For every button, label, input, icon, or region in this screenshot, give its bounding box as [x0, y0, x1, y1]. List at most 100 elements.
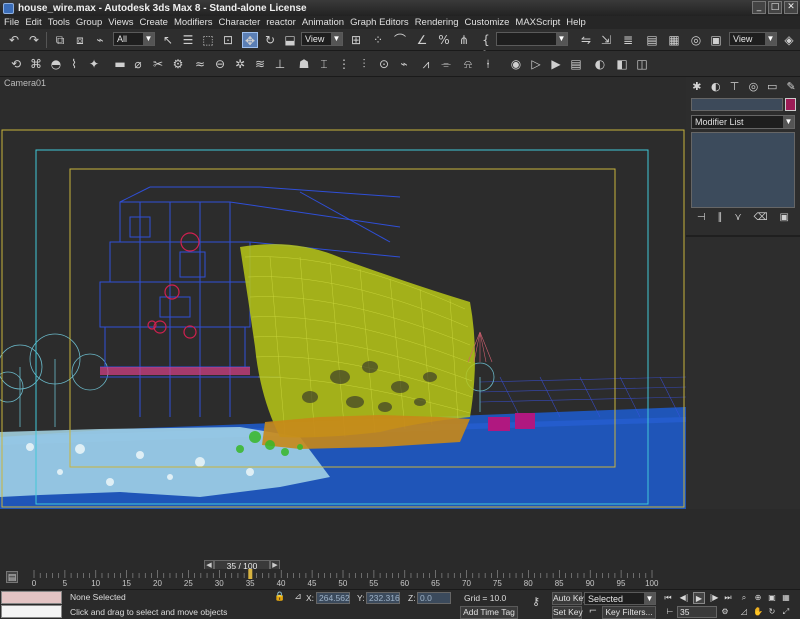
preview-animation-icon[interactable]: ▷	[528, 56, 544, 72]
selection-filter-dropdown[interactable]: All ▼	[113, 32, 155, 46]
undo-icon[interactable]: ↶	[6, 32, 22, 48]
select-by-name-icon[interactable]: ☰	[180, 32, 196, 48]
menu-file[interactable]: File	[2, 17, 23, 28]
curve-editor-icon[interactable]: ▤	[644, 32, 660, 48]
menu-modifiers[interactable]: Modifiers	[172, 17, 217, 28]
create-tab-icon[interactable]: ✱	[690, 80, 704, 94]
remove-modifier-icon[interactable]: ⌫	[754, 212, 768, 228]
x-coord-field[interactable]: 264.562	[316, 592, 350, 604]
menu-tools[interactable]: Tools	[46, 17, 74, 28]
maximize-viewport-icon[interactable]: ⤢	[780, 606, 792, 618]
rigid-body-collection-icon[interactable]: ⟲	[8, 56, 24, 72]
add-time-tag-button[interactable]: Add Time Tag	[460, 606, 518, 619]
go-to-start-icon[interactable]: ⏮	[662, 592, 674, 604]
previous-frame-icon[interactable]: ◀|	[678, 592, 690, 604]
pivot-center-icon[interactable]: ⊞	[348, 32, 364, 48]
object-color-swatch[interactable]	[785, 98, 796, 111]
spinner-snap-icon[interactable]: ⋔	[456, 32, 472, 48]
window-crossing-icon[interactable]: ⊡	[220, 32, 236, 48]
object-name-field[interactable]	[691, 98, 783, 111]
modifier-list-dropdown[interactable]: Modifier List ▼	[691, 115, 795, 129]
set-key-button[interactable]: Set Key	[552, 606, 583, 619]
configure-sets-icon[interactable]: ▣	[780, 212, 789, 228]
lock-selection-icon[interactable]: 🔒	[274, 591, 286, 603]
dashpot-icon[interactable]: ✂	[150, 56, 166, 72]
key-mode-toggle-icon[interactable]: ⊢	[664, 606, 676, 618]
point-to-path-icon[interactable]: ⌁	[396, 56, 412, 72]
zoom-extents-icon[interactable]: ▣	[766, 592, 778, 604]
display-tab-icon[interactable]: ▭	[765, 80, 779, 94]
softbody-modifier-icon[interactable]: ⍾	[460, 56, 476, 72]
make-unique-icon[interactable]: ⋎	[734, 212, 741, 228]
menu-help[interactable]: Help	[564, 17, 590, 28]
align-icon[interactable]: ⇲	[598, 32, 614, 48]
hinge-icon[interactable]: ⌶	[316, 56, 332, 72]
bind-space-warp-icon[interactable]: ⌁	[92, 32, 108, 48]
menu-create[interactable]: Create	[137, 17, 172, 28]
select-and-scale-icon[interactable]: ⬓	[282, 32, 298, 48]
percent-snap-icon[interactable]: %	[436, 32, 452, 48]
menu-reactor[interactable]: reactor	[264, 17, 300, 28]
schematic-view-icon[interactable]: ▦	[666, 32, 682, 48]
select-and-move-icon[interactable]: ✥	[242, 32, 258, 48]
layer-manager-icon[interactable]: ≣	[620, 32, 636, 48]
toy-car-icon[interactable]: ⊖	[212, 56, 228, 72]
analyze-world-icon[interactable]: ◉	[508, 56, 524, 72]
fracture-icon[interactable]: ✲	[232, 56, 248, 72]
quick-render-icon[interactable]: ◈	[781, 32, 797, 48]
redo-icon[interactable]: ↷	[26, 32, 42, 48]
next-frame-icon[interactable]: |▶	[708, 592, 720, 604]
zoom-extents-all-icon[interactable]: ▦	[780, 592, 792, 604]
pan-icon[interactable]: ✋	[752, 606, 764, 618]
plane-icon[interactable]: ▬	[112, 56, 128, 72]
wind-icon[interactable]: ≈	[192, 56, 208, 72]
camera-viewport[interactable]: Camera01	[0, 77, 686, 509]
go-to-end-icon[interactable]: ⏭	[722, 592, 734, 604]
car-wheel-icon[interactable]: ⊙	[376, 56, 392, 72]
current-frame-marker[interactable]	[248, 569, 253, 579]
play-animation-icon[interactable]: ▶	[693, 592, 705, 604]
named-selection-dropdown[interactable]: ▼	[496, 32, 568, 46]
water-icon[interactable]: ≋	[252, 56, 268, 72]
maxscript-input-box[interactable]	[1, 605, 62, 618]
menu-graph-editors[interactable]: Graph Editors	[348, 17, 413, 28]
modifier-stack[interactable]	[691, 132, 795, 208]
constraint-solver-icon[interactable]: ⊥	[272, 56, 288, 72]
collision-icon[interactable]: ◐	[592, 56, 608, 72]
ragdoll-icon[interactable]: ☗	[296, 56, 312, 72]
spring-icon[interactable]: ⌀	[130, 56, 146, 72]
cloth-modifier-icon[interactable]: ⌯	[438, 56, 454, 72]
pin-stack-icon[interactable]: ⊣	[697, 212, 706, 228]
app-logo-icon[interactable]	[3, 2, 14, 14]
rope-icon[interactable]: ⌇	[66, 56, 82, 72]
auto-key-button[interactable]: Auto Key	[552, 592, 588, 605]
y-coord-field[interactable]: 232.316	[366, 592, 400, 604]
cloth-collection-icon[interactable]: ⌘	[28, 56, 44, 72]
menu-animation[interactable]: Animation	[300, 17, 348, 28]
trackbar-ruler[interactable]: ▤ 0 5 10 15 20 25 30 35 40 45 50 55 60 65 70 75 80 85 90 95…	[0, 569, 800, 589]
viewport-label[interactable]: Camera01	[4, 78, 46, 88]
menu-group[interactable]: Group	[74, 17, 106, 28]
mirror-icon[interactable]: ⇋	[578, 32, 594, 48]
default-in-out-tangents-icon[interactable]: ⌐	[586, 605, 600, 619]
orbit-icon[interactable]: ↻	[766, 606, 778, 618]
motor-icon[interactable]: ⚙	[170, 56, 186, 72]
key-icon[interactable]: ⚷	[528, 595, 544, 609]
menu-customize[interactable]: Customize	[463, 17, 514, 28]
z-coord-field[interactable]: 0.0	[417, 592, 451, 604]
display-icon[interactable]: ◧	[614, 56, 630, 72]
maxscript-listener-box[interactable]	[1, 591, 62, 604]
menu-character[interactable]: Character	[217, 17, 265, 28]
rope-modifier-icon[interactable]: ⍿	[480, 56, 496, 72]
menu-rendering[interactable]: Rendering	[413, 17, 463, 28]
select-and-link-icon[interactable]: ⧉	[52, 32, 68, 48]
hierarchy-tab-icon[interactable]: ⊤	[728, 80, 742, 94]
field-of-view-icon[interactable]: ◿	[738, 606, 750, 618]
world-icon[interactable]: ◫	[634, 56, 650, 72]
deforming-mesh-icon[interactable]: ✦	[86, 56, 102, 72]
utilities-tab-icon[interactable]: ✎	[784, 80, 798, 94]
unlink-icon[interactable]: ⧈	[72, 32, 88, 48]
manipulate-icon[interactable]: ⁘	[370, 32, 386, 48]
maximize-button[interactable]: □	[768, 1, 782, 14]
render-scene-icon[interactable]: ▣	[708, 32, 724, 48]
